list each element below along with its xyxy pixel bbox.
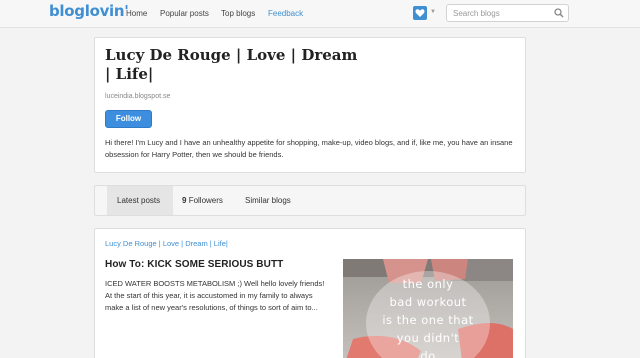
blog-url[interactable]: luceindia.blogspot.se xyxy=(105,93,170,100)
search-icon[interactable] xyxy=(554,8,564,18)
nav-home-link[interactable]: Home xyxy=(126,9,147,18)
tab-latest-posts[interactable]: Latest posts xyxy=(107,186,173,215)
image-text-line: you didn't xyxy=(396,331,460,345)
tab-similar-blogs[interactable]: Similar blogs xyxy=(245,186,291,215)
blog-title[interactable]: Lucy De Rouge | Love | Dream | Life| xyxy=(105,46,365,84)
search-box xyxy=(446,4,569,22)
post-title[interactable]: How To: KICK SOME SERIOUS BUTT xyxy=(105,259,283,270)
tab-followers-label: Followers xyxy=(188,196,223,205)
post-card: Lucy De Rouge | Love | Dream | Life| How… xyxy=(94,228,526,358)
blog-tab-bar: Latest posts 9 Followers Similar blogs xyxy=(94,185,526,216)
followers-count: 9 xyxy=(182,196,187,205)
search-input[interactable] xyxy=(453,8,553,19)
chevron-down-icon[interactable]: ▼ xyxy=(430,9,436,15)
post-thumbnail-image[interactable]: the only bad workout is the one that you… xyxy=(343,259,513,358)
follow-button[interactable]: Follow xyxy=(105,110,152,128)
image-text-line: bad workout xyxy=(389,295,467,309)
post-excerpt: ICED WATER BOOSTS METABOLISM ;) Well hel… xyxy=(105,279,325,312)
tab-similar-blogs-label: Similar blogs xyxy=(245,196,291,205)
nav-top-blogs-link[interactable]: Top blogs xyxy=(221,9,255,18)
blog-description: Hi there! I'm Lucy and I have an unhealt… xyxy=(105,138,513,159)
nav-feedback-link[interactable]: Feedback xyxy=(268,9,303,18)
blog-profile-card: Lucy De Rouge | Love | Dream | Life| luc… xyxy=(94,37,526,173)
favorites-button[interactable] xyxy=(413,6,427,20)
nav-popular-posts-link[interactable]: Popular posts xyxy=(160,9,209,18)
image-text-line: is the one that xyxy=(382,313,474,327)
top-nav-bar: bloglovin' Home Popular posts Top blogs … xyxy=(0,0,640,28)
bloglovin-logo[interactable]: bloglovin' xyxy=(49,2,129,20)
post-blog-source-link[interactable]: Lucy De Rouge | Love | Dream | Life| xyxy=(105,239,228,248)
image-text-line: do xyxy=(420,349,436,358)
tab-followers[interactable]: 9 Followers xyxy=(182,186,223,215)
tab-latest-posts-label: Latest posts xyxy=(117,196,161,205)
image-text-line: the only xyxy=(402,277,454,291)
heart-icon xyxy=(415,9,425,17)
